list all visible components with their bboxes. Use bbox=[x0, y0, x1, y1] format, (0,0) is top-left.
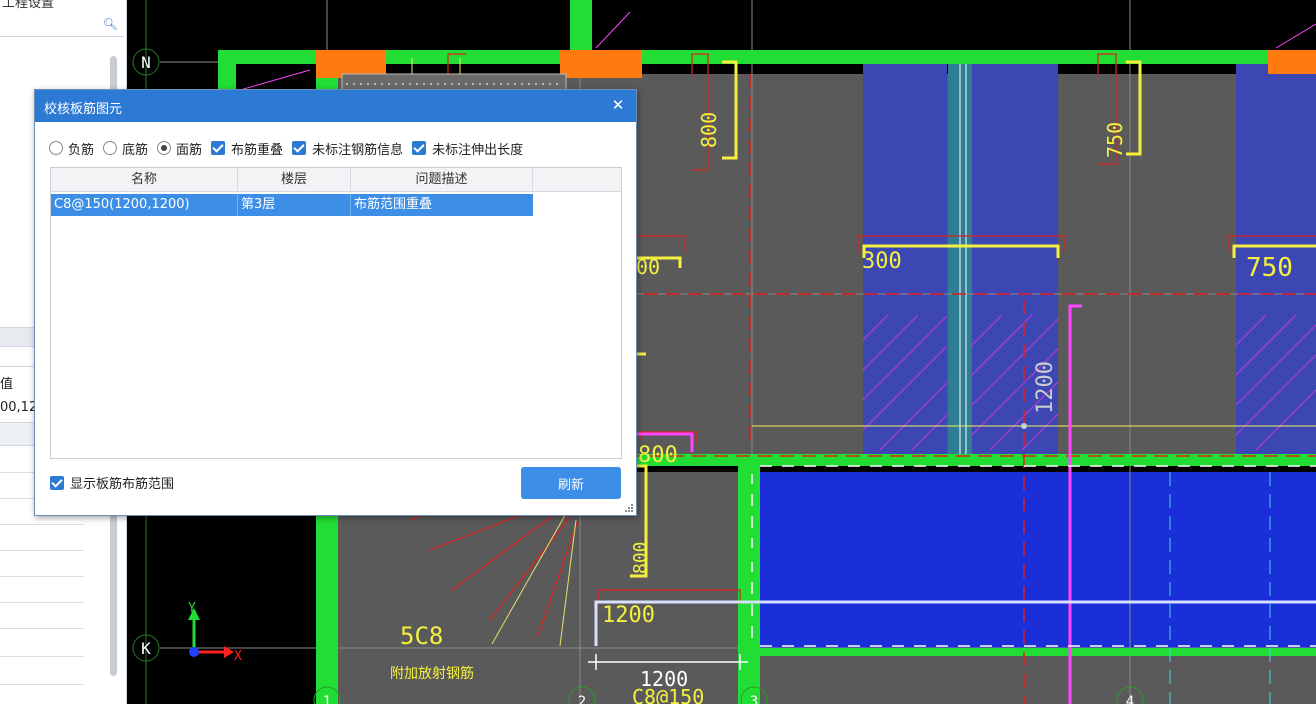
property-column-header: 值 bbox=[0, 377, 14, 392]
refresh-button[interactable]: 刷新 bbox=[521, 467, 621, 499]
panel-title: 工程设置 bbox=[2, 0, 55, 11]
dimension-label: 300 bbox=[862, 249, 902, 274]
cell-floor: 第3层 bbox=[238, 194, 351, 216]
slab-region bbox=[760, 648, 1316, 704]
table-header: 名称 楼层 问题描述 bbox=[51, 168, 621, 192]
filter-options: 负筋 底筋 面筋 布筋重叠 未标注钢筋信息 未标注伸出长度 bbox=[49, 138, 532, 158]
property-row bbox=[0, 628, 84, 629]
results-table: 名称 楼层 问题描述 C8@150(1200,1200) 第3层 布筋范围重叠 bbox=[50, 167, 622, 459]
check-rebar-dialog: 校核板筋图元 ✕ 负筋 底筋 面筋 布筋重叠 未标注钢筋信息 未标注伸出长度 名… bbox=[34, 89, 637, 516]
dialog-titlebar[interactable]: 校核板筋图元 ✕ bbox=[35, 90, 636, 122]
property-row bbox=[0, 576, 84, 577]
radio-bottom-rebar[interactable]: 底筋 bbox=[103, 139, 148, 158]
axis-label: 4 bbox=[1126, 694, 1134, 704]
axis-label: 3 bbox=[750, 694, 758, 704]
option-label: 底筋 bbox=[122, 142, 149, 158]
dimension-label: 800 bbox=[630, 541, 651, 574]
dimension-label: 1200 bbox=[602, 603, 655, 628]
snap-point bbox=[1021, 423, 1027, 429]
show-range-checkbox[interactable]: 显示板筋布筋范围 bbox=[50, 473, 174, 492]
dimension-label: 800 bbox=[697, 112, 721, 148]
axis-label: 2 bbox=[578, 694, 586, 704]
radio-icon[interactable] bbox=[103, 141, 118, 155]
cell-name: C8@150(1200,1200) bbox=[51, 194, 238, 216]
checkbox-rebar-overlap[interactable]: 布筋重叠 bbox=[211, 139, 283, 158]
radio-icon[interactable] bbox=[49, 141, 63, 155]
show-range-label: 显示板筋布筋范围 bbox=[70, 477, 175, 492]
rebar-spec-label: C8@150 bbox=[632, 685, 704, 704]
cell-description: 布筋范围重叠 bbox=[354, 197, 433, 212]
property-row bbox=[0, 684, 84, 685]
close-icon[interactable]: ✕ bbox=[608, 95, 628, 115]
column-header-name[interactable]: 名称 bbox=[51, 168, 238, 191]
ucs-x-label: X bbox=[234, 649, 242, 664]
dimension-label: 750 bbox=[1246, 253, 1293, 283]
resize-grip-icon[interactable] bbox=[625, 504, 633, 512]
column-header-floor[interactable]: 楼层 bbox=[238, 168, 351, 191]
property-row bbox=[0, 550, 84, 551]
radio-selected-icon[interactable] bbox=[157, 141, 172, 155]
option-label: 布筋重叠 bbox=[231, 142, 284, 158]
rebar-overlap-region bbox=[760, 472, 1316, 648]
dimension-label: 00 bbox=[636, 255, 660, 279]
ucs-y-label: Y bbox=[188, 601, 196, 616]
dimension-label: 1200 bbox=[1033, 361, 1058, 414]
checkbox-checked-icon[interactable] bbox=[292, 141, 307, 155]
dimension-label: 750 bbox=[1103, 122, 1127, 158]
annotation-text: 附加放射钢筋 bbox=[390, 665, 474, 682]
option-label: 未标注钢筋信息 bbox=[312, 142, 404, 158]
ucs-icon: Y X bbox=[188, 601, 242, 664]
checkbox-checked-icon[interactable] bbox=[50, 475, 64, 490]
axis-label: K bbox=[141, 639, 151, 658]
search-input[interactable]: 🔍︎ bbox=[0, 14, 124, 37]
checkbox-checked-icon[interactable] bbox=[412, 141, 427, 155]
dimension-label: 800 bbox=[638, 443, 678, 468]
radio-top-rebar[interactable]: 面筋 bbox=[157, 139, 202, 158]
checkbox-unlabeled-extension[interactable]: 未标注伸出长度 bbox=[412, 139, 523, 158]
rebar-label: 5C8 bbox=[400, 622, 443, 650]
table-row[interactable]: C8@150(1200,1200) 第3层 布筋范围重叠 bbox=[51, 194, 533, 216]
property-row bbox=[0, 524, 84, 525]
search-icon[interactable]: 🔍︎ bbox=[103, 17, 118, 31]
checkbox-checked-icon[interactable] bbox=[211, 141, 226, 155]
option-label: 负筋 bbox=[68, 142, 95, 158]
column-header-description[interactable]: 问题描述 bbox=[351, 168, 533, 191]
option-label: 未标注伸出长度 bbox=[432, 142, 524, 158]
property-value[interactable]: 00,12 bbox=[0, 400, 37, 415]
radio-negative-rebar[interactable]: 负筋 bbox=[49, 139, 94, 158]
axis-label: N bbox=[141, 53, 151, 72]
checkbox-unlabeled-rebar-info[interactable]: 未标注钢筋信息 bbox=[292, 139, 403, 158]
axis-label: 1 bbox=[323, 694, 331, 704]
dialog-title: 校核板筋图元 bbox=[44, 102, 123, 117]
property-row bbox=[0, 656, 84, 657]
property-row bbox=[0, 602, 84, 603]
option-label: 面筋 bbox=[176, 142, 203, 158]
